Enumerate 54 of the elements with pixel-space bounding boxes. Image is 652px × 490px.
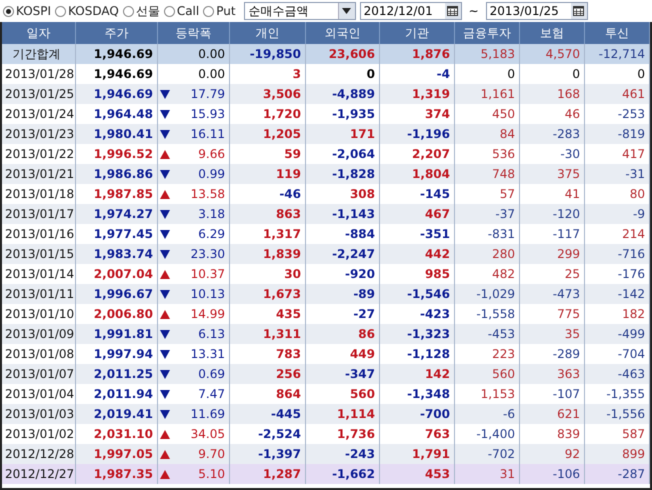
value-cell: 453 — [380, 464, 455, 484]
caret-down-icon — [342, 8, 352, 14]
start-date-field[interactable]: 2012/12/01 — [360, 2, 462, 20]
change-cell: 9.66 — [198, 147, 225, 161]
change-cell: 11.69 — [190, 407, 225, 421]
change-cell: 23.30 — [190, 247, 225, 261]
calendar-icon — [447, 6, 458, 16]
change-cell: 15.93 — [190, 107, 225, 121]
change-cell: 14.99 — [190, 307, 225, 321]
price-cell: 1,987.35 — [76, 464, 158, 484]
change-cell: 7.47 — [198, 387, 225, 401]
value-cell: -1,662 — [306, 464, 380, 484]
market-radio[interactable]: KOSDAQ — [55, 4, 119, 18]
table-row[interactable]: 2013/01/15 1,983.74 23.30 1,839 -2,247 442 280 299 -716 — [2, 244, 650, 264]
value-cell: -106 — [520, 464, 585, 484]
value-cell: 1,287 — [230, 464, 306, 484]
change-cell: 0.00 — [198, 47, 225, 61]
change-cell: 10.37 — [190, 267, 225, 281]
change-cell: 5.10 — [198, 467, 225, 481]
table-row[interactable]: 2013/01/11 1,996.67 10.13 1,673 -89 -1,546 -1,029 -473 -142 — [2, 284, 650, 304]
market-radio[interactable]: KOSPI — [3, 4, 52, 18]
change-cell: 9.70 — [198, 447, 225, 461]
table-row[interactable]: 2013/01/09 1,991.81 6.13 1,311 86 -1,323 -453 35 -499 — [2, 324, 650, 344]
change-cell: 3.18 — [198, 207, 225, 221]
market-radio[interactable]: Call — [164, 4, 200, 18]
value-cell: 31 — [455, 464, 520, 484]
change-cell: 0.69 — [198, 367, 225, 381]
date-cell: 2012/12/27 — [2, 464, 76, 484]
calendar-icon — [573, 6, 584, 16]
change-cell: 10.13 — [190, 287, 225, 301]
table-row[interactable]: 기간합계 1,946.69 0.00 -19,850 23,606 1,876 5,183 4,570 -12,714 — [2, 44, 650, 64]
change-cell: 16.11 — [190, 127, 225, 141]
change-cell: 17.79 — [190, 87, 225, 101]
table-row[interactable]: 2013/01/21 1,986.86 0.99 119 -1,828 1,804 748 375 -31 — [2, 164, 650, 184]
table-row[interactable]: 2013/01/23 1,980.41 16.11 1,205 171 -1,196 84 -283 -819 — [2, 124, 650, 144]
market-radio[interactable]: Put — [203, 4, 236, 18]
change-cell: 13.58 — [190, 187, 225, 201]
change-cell: 13.31 — [190, 347, 225, 361]
table-row[interactable]: 2012/12/27 1,987.35 5.10 1,287 -1,662 453 31 -106 -287 — [2, 464, 650, 484]
change-cell: 0.99 — [198, 167, 225, 181]
change-cell: 6.13 — [198, 327, 225, 341]
table-row[interactable]: 2012/12/28 1,997.05 9.70 -1,397 -243 1,791 -702 92 899 — [2, 444, 650, 464]
table-row[interactable]: 2013/01/17 1,974.27 3.18 863 -1,143 467 -37 -120 -9 — [2, 204, 650, 224]
table-row[interactable]: 2013/01/25 1,946.69 17.79 3,506 -4,889 1,319 1,161 168 461 — [2, 84, 650, 104]
change-cell: 0.00 — [198, 67, 225, 81]
end-date-field[interactable]: 2013/01/25 — [486, 2, 588, 20]
change-cell: 6.29 — [198, 227, 225, 241]
table-row[interactable]: 2013/01/07 2,011.25 0.69 256 -347 142 560 363 -463 — [2, 364, 650, 384]
range-separator: ~ — [468, 4, 480, 18]
value-cell: -287 — [585, 464, 650, 484]
table-row[interactable]: 2013/01/03 2,019.41 11.69 -445 1,114 -700 -6 621 -1,556 — [2, 404, 650, 424]
market-radio[interactable]: 선물 — [122, 2, 160, 20]
metric-dropdown[interactable]: 순매수금액 — [244, 2, 356, 20]
change-cell: 34.05 — [190, 427, 225, 441]
